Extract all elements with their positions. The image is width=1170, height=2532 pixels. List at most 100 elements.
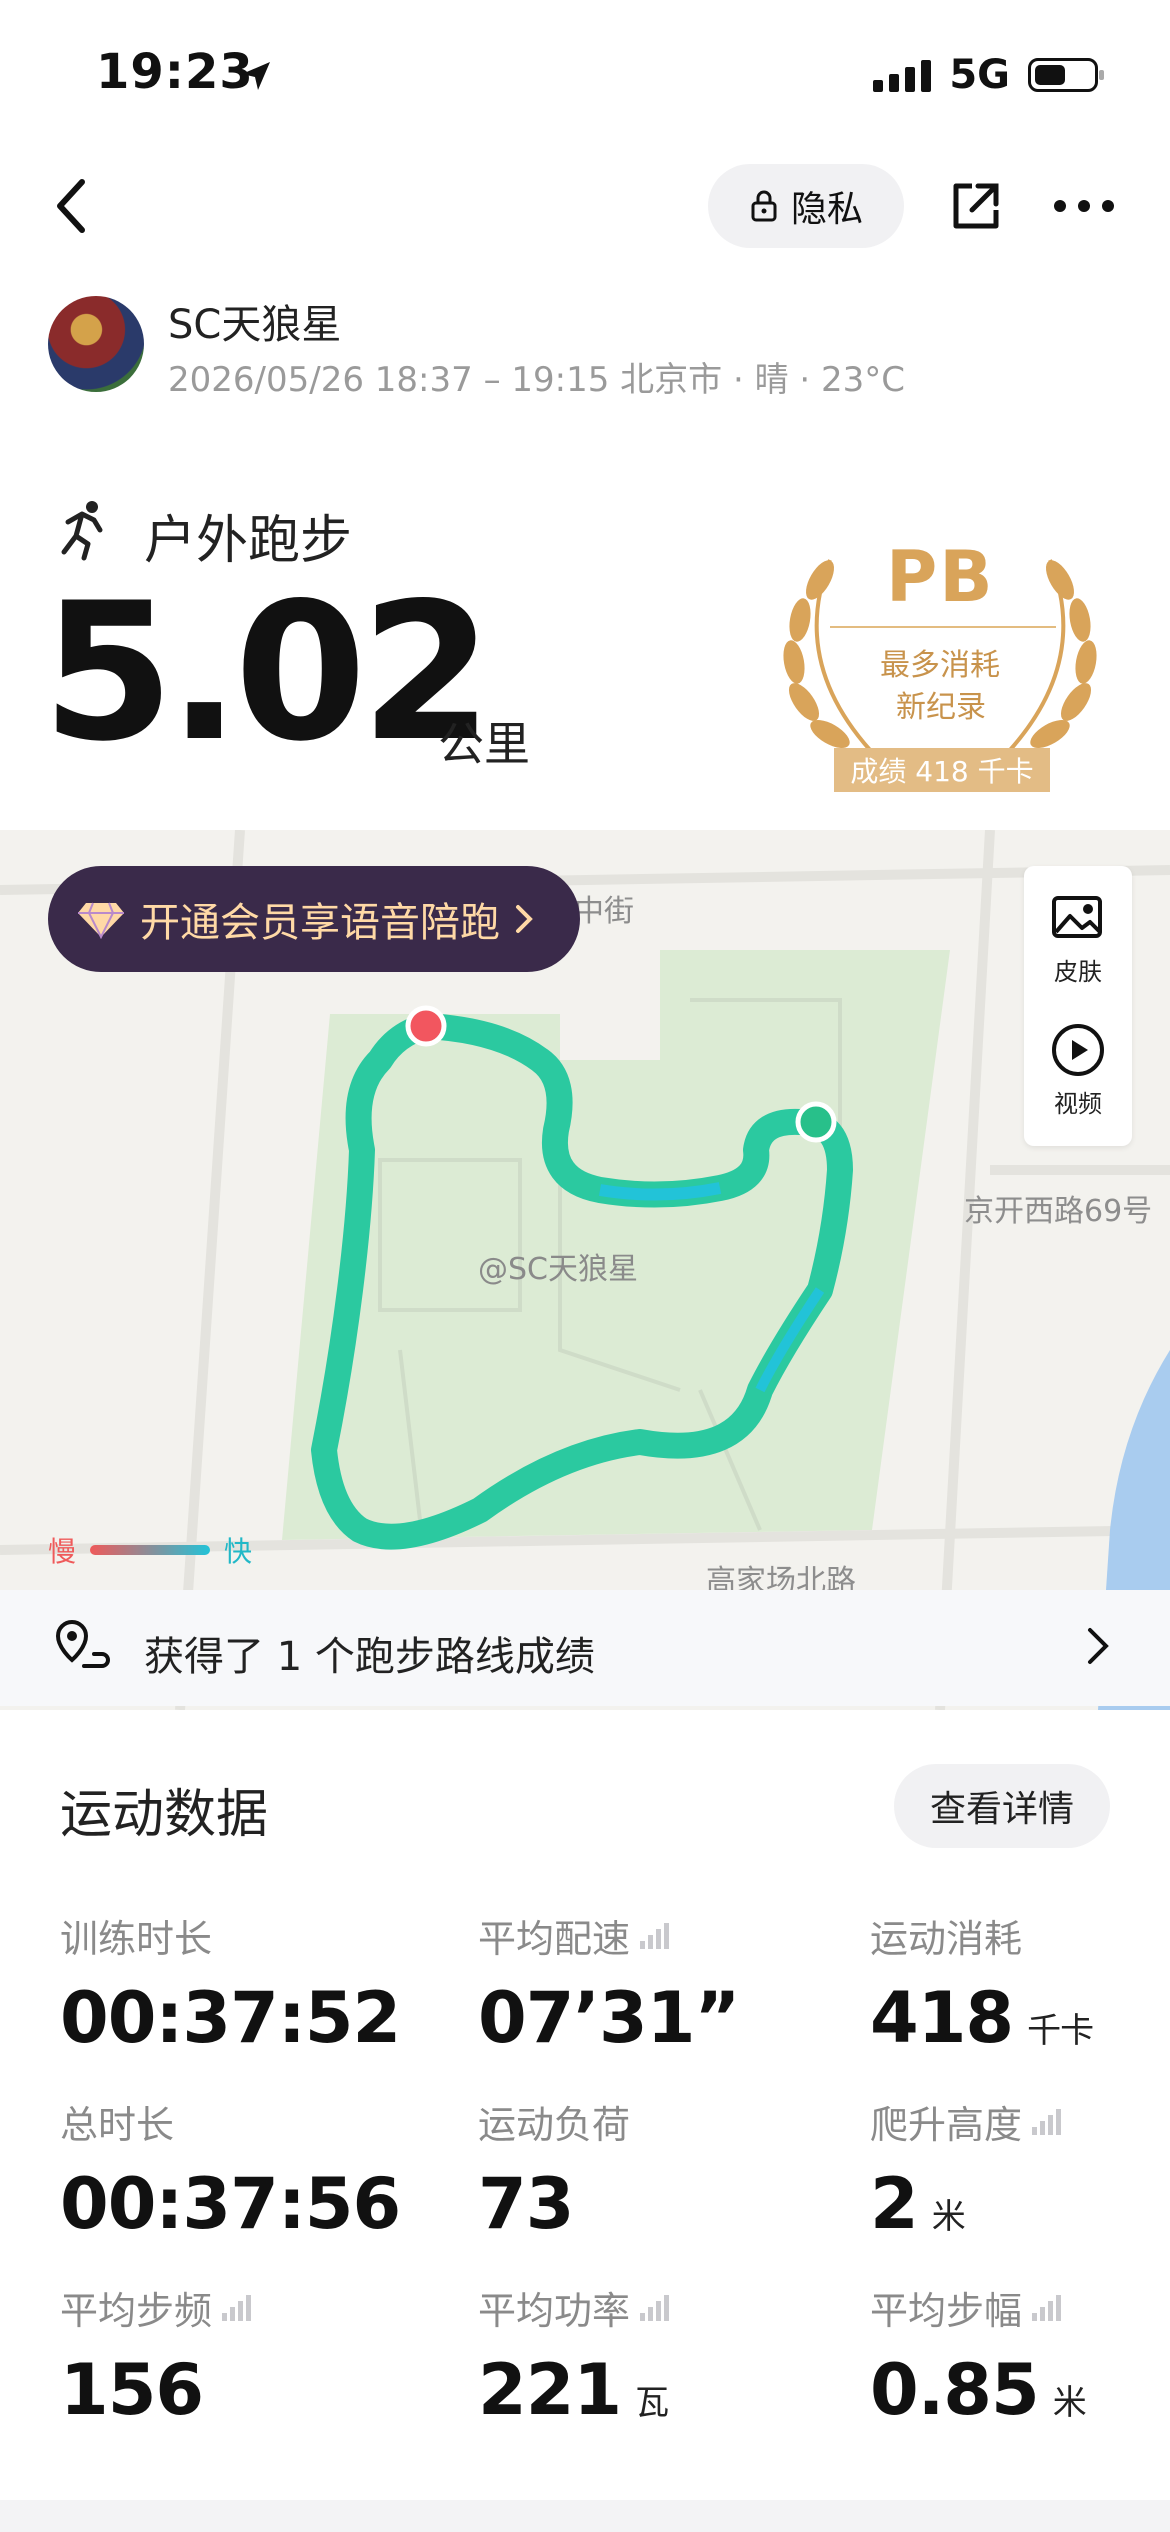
skin-label: 皮肤: [1054, 958, 1102, 986]
stat-label: 平均功率: [478, 2280, 670, 2335]
stat-item: 平均配速 07’31”: [478, 1908, 740, 2059]
route-achievement-text: 获得了 1 个跑步路线成绩: [144, 1634, 595, 1680]
route-pin-icon: [55, 1619, 110, 1668]
stat-label-text: 训练时长: [60, 1917, 213, 1961]
back-arrow-icon[interactable]: [52, 176, 92, 236]
stat-value: 221: [478, 2349, 622, 2431]
distance-value: 5.02: [42, 562, 493, 783]
stat-item: 平均功率 221 瓦: [478, 2280, 669, 2431]
video-button[interactable]: 视频: [1024, 1022, 1132, 1119]
stat-label: 总时长: [60, 2094, 400, 2149]
network-type: 5G: [949, 52, 1010, 98]
stat-item: 总时长 00:37:56: [60, 2094, 401, 2245]
route-start-marker: [795, 1101, 837, 1143]
stat-value-row: 0.85 米: [870, 2349, 1087, 2431]
chevron-right-icon: [516, 905, 533, 933]
avatar[interactable]: [48, 296, 144, 392]
stat-label-text: 平均配速: [478, 1917, 631, 1961]
vip-banner[interactable]: 开通会员享语音陪跑: [48, 866, 580, 972]
distance-unit: 公里: [438, 717, 530, 771]
pb-title: PB: [886, 536, 995, 618]
chevron-right-icon: [1088, 1628, 1109, 1664]
user-name: SC天狼星: [168, 302, 342, 348]
stat-label: 训练时长: [60, 1908, 400, 1963]
trend-chart-icon[interactable]: [222, 2294, 252, 2321]
stat-value-row: 2米: [870, 2163, 1061, 2245]
map-side-tools: 皮肤 视频: [1024, 866, 1132, 1146]
view-details-button[interactable]: 查看详情: [894, 1764, 1110, 1848]
status-indicators: 5G: [873, 52, 1104, 98]
legend-slow: 慢: [48, 1535, 77, 1568]
stat-label: 爬升高度: [870, 2094, 1062, 2149]
stat-unit: 米: [1052, 2383, 1087, 2423]
trend-chart-icon[interactable]: [640, 2294, 670, 2321]
map-label-street: 中街: [574, 894, 634, 929]
running-icon: [61, 501, 103, 561]
stat-item: 训练时长 00:37:52: [60, 1908, 401, 2059]
trend-chart-icon[interactable]: [640, 1922, 670, 1949]
stat-label-text: 爬升高度: [870, 2103, 1023, 2147]
signal-icon: [873, 58, 932, 92]
stat-value: 0.85: [870, 2349, 1040, 2431]
stat-label-text: 平均步幅: [870, 2289, 1023, 2333]
skin-button[interactable]: 皮肤: [1024, 894, 1132, 987]
stat-value-row: 07’31”: [478, 1977, 740, 2059]
map-watermark: @SC天狼星: [478, 1252, 638, 1287]
legend-fast: 快: [224, 1535, 253, 1568]
stat-unit: 千卡: [1027, 2011, 1094, 2051]
stat-value: 73: [478, 2163, 574, 2245]
stat-item: 运动负荷 73: [478, 2094, 630, 2245]
diamond-icon: [78, 902, 124, 939]
more-options-icon[interactable]: [1054, 200, 1114, 212]
pb-score: 成绩 418 千卡: [834, 748, 1050, 792]
privacy-label: 隐私: [790, 189, 863, 230]
play-icon: [1052, 1024, 1104, 1076]
stat-label-text: 运动消耗: [870, 1917, 1023, 1961]
workout-meta: 2026/05/26 18:37 – 19:15 北京市 · 晴 · 23°C: [168, 360, 906, 400]
bottom-edge: [0, 2500, 1170, 2532]
stat-value: 156: [60, 2349, 204, 2431]
map-label-road: 京开西路69号: [964, 1194, 1153, 1229]
stat-value-row: 73: [478, 2163, 630, 2245]
pb-subtitle-2: 新纪录: [896, 690, 986, 725]
pace-legend: 慢 快: [48, 1530, 252, 1570]
stat-label: 运动消耗: [870, 1908, 1093, 1963]
stat-value-row: 156: [60, 2349, 251, 2431]
stat-unit: 米: [931, 2197, 966, 2237]
lock-icon: [751, 190, 777, 222]
location-arrow-icon: [242, 62, 270, 90]
vip-banner-text: 开通会员享语音陪跑: [140, 900, 500, 946]
stat-value-row: 00:37:56: [60, 2163, 401, 2245]
stat-value: 2: [870, 2163, 919, 2245]
stat-value-row: 418 千卡: [870, 1977, 1094, 2059]
stat-value-row: 221 瓦: [478, 2349, 669, 2431]
pb-divider: [830, 626, 1056, 628]
stat-label: 运动负荷: [478, 2094, 630, 2149]
legend-gradient: [90, 1545, 211, 1555]
stat-label: 平均步幅: [870, 2280, 1086, 2335]
share-icon[interactable]: [948, 178, 1004, 234]
stat-value: 00:37:52: [60, 1977, 401, 2059]
stat-label-text: 运动负荷: [478, 2103, 631, 2147]
stats-section-title: 运动数据: [60, 1785, 269, 1845]
stat-value: 00:37:56: [60, 2163, 401, 2245]
pb-subtitle-1: 最多消耗: [880, 648, 1000, 683]
stat-label-text: 平均功率: [478, 2289, 631, 2333]
trend-chart-icon[interactable]: [1032, 2294, 1062, 2321]
stat-value: 07’31”: [478, 1977, 740, 2059]
stat-label: 平均配速: [478, 1908, 739, 1963]
stat-value: 418: [870, 1977, 1014, 2059]
stat-item: 爬升高度 2 米: [870, 2094, 1062, 2245]
image-icon: [1052, 896, 1102, 938]
route-fast-segment: [599, 1182, 722, 1201]
trend-chart-icon[interactable]: [1032, 2108, 1062, 2135]
stat-label: 平均步频: [60, 2280, 252, 2335]
stat-label-text: 平均步频: [60, 2289, 213, 2333]
stat-value-row: 00:37:52: [60, 1977, 401, 2059]
route-end-marker: [405, 1005, 447, 1047]
stat-item: 运动消耗 418 千卡: [870, 1908, 1094, 2059]
stat-item: 平均步频 156: [60, 2280, 252, 2431]
stat-unit: 瓦: [635, 2383, 669, 2423]
privacy-button[interactable]: 隐私: [708, 164, 904, 248]
video-label: 视频: [1054, 1090, 1102, 1118]
